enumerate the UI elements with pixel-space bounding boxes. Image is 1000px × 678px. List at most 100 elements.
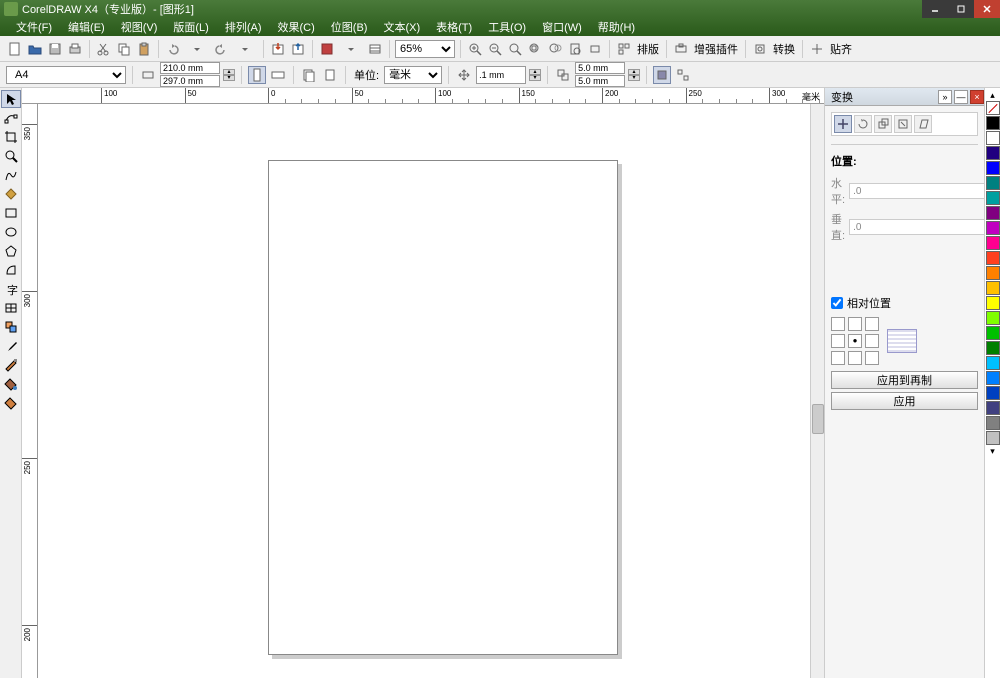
- color-swatch[interactable]: [986, 221, 1000, 235]
- swatch-none[interactable]: [986, 101, 1000, 115]
- menu-item[interactable]: 版面(L): [165, 19, 216, 35]
- menu-item[interactable]: 表格(T): [428, 19, 480, 35]
- color-swatch[interactable]: [986, 371, 1000, 385]
- anchor-tc[interactable]: [848, 317, 862, 331]
- palette-down[interactable]: ▾: [986, 446, 1000, 456]
- horizontal-ruler[interactable]: 毫米 05010015020025030035050100: [22, 88, 824, 104]
- copy-button[interactable]: [115, 40, 133, 58]
- vertical-scrollbar[interactable]: [810, 104, 824, 678]
- zoom-width-button[interactable]: [586, 40, 604, 58]
- ellipse-tool[interactable]: [1, 223, 21, 241]
- rotate-tab[interactable]: [854, 115, 872, 133]
- menu-item[interactable]: 效果(C): [270, 19, 323, 35]
- relative-checkbox[interactable]: 相对位置: [831, 295, 978, 311]
- zoom-in-button[interactable]: [466, 40, 484, 58]
- zoom-out-button[interactable]: [486, 40, 504, 58]
- snap-label[interactable]: 贴齐: [830, 41, 852, 57]
- horizontal-input[interactable]: [849, 183, 986, 199]
- polygon-tool[interactable]: [1, 242, 21, 260]
- basic-shapes-tool[interactable]: [1, 261, 21, 279]
- anchor-br[interactable]: [865, 351, 879, 365]
- app-launcher-button[interactable]: [318, 40, 336, 58]
- redo-dropdown[interactable]: [232, 40, 258, 58]
- docker-collapse-button[interactable]: »: [938, 90, 952, 104]
- color-swatch[interactable]: [986, 236, 1000, 250]
- undo-dropdown[interactable]: [184, 40, 210, 58]
- zoom-all-button[interactable]: [546, 40, 564, 58]
- position-tab[interactable]: [834, 115, 852, 133]
- treat-as-filled-button[interactable]: [653, 66, 671, 84]
- anchor-tl[interactable]: [831, 317, 845, 331]
- anchor-grid[interactable]: [831, 317, 879, 365]
- export-button[interactable]: [289, 40, 307, 58]
- anchor-tr[interactable]: [865, 317, 879, 331]
- outline-tool[interactable]: [1, 356, 21, 374]
- anchor-mr[interactable]: [865, 334, 879, 348]
- palette-up[interactable]: ▴: [986, 90, 1000, 100]
- color-swatch[interactable]: [986, 431, 1000, 445]
- menu-item[interactable]: 编辑(E): [60, 19, 113, 35]
- anchor-mc[interactable]: [848, 334, 862, 348]
- landscape-button[interactable]: [269, 66, 287, 84]
- table-tool[interactable]: [1, 299, 21, 317]
- menu-item[interactable]: 位图(B): [323, 19, 376, 35]
- page-dim-spinner[interactable]: ▴▾: [223, 69, 235, 81]
- relative-checkbox-input[interactable]: [831, 297, 843, 309]
- color-swatch[interactable]: [986, 326, 1000, 340]
- welcome-button[interactable]: [366, 40, 384, 58]
- arrange-label[interactable]: 排版: [637, 41, 659, 57]
- snap-icon[interactable]: [808, 40, 826, 58]
- color-swatch[interactable]: [986, 206, 1000, 220]
- maximize-button[interactable]: [948, 0, 974, 18]
- crop-tool[interactable]: [1, 128, 21, 146]
- color-swatch[interactable]: [986, 116, 1000, 130]
- docker-minimize-button[interactable]: —: [954, 90, 968, 104]
- page-width-input[interactable]: 210.0 mm: [160, 62, 220, 74]
- new-button[interactable]: [6, 40, 24, 58]
- scale-tab[interactable]: [874, 115, 892, 133]
- vertical-ruler[interactable]: 350300250200: [22, 104, 38, 678]
- rectangle-tool[interactable]: [1, 204, 21, 222]
- close-button[interactable]: [974, 0, 1000, 18]
- dup-x-input[interactable]: 5.0 mm: [575, 62, 625, 74]
- color-swatch[interactable]: [986, 251, 1000, 265]
- anchor-bc[interactable]: [848, 351, 862, 365]
- size-tab[interactable]: [894, 115, 912, 133]
- plugin-label[interactable]: 增强插件: [694, 41, 738, 57]
- vertical-input[interactable]: [849, 219, 986, 235]
- menu-item[interactable]: 工具(O): [480, 19, 534, 35]
- color-swatch[interactable]: [986, 386, 1000, 400]
- nudge-spinner[interactable]: ▴▾: [529, 69, 541, 81]
- redo-button[interactable]: [212, 40, 230, 58]
- undo-button[interactable]: [164, 40, 182, 58]
- scrollbar-thumb[interactable]: [812, 404, 824, 434]
- cut-button[interactable]: [95, 40, 113, 58]
- eyedropper-tool[interactable]: [1, 337, 21, 355]
- transform-label[interactable]: 转换: [773, 41, 795, 57]
- current-page-button[interactable]: [321, 66, 339, 84]
- app-launcher-dropdown[interactable]: [338, 40, 364, 58]
- paste-button[interactable]: [135, 40, 153, 58]
- pick-tool[interactable]: [1, 90, 21, 108]
- text-tool[interactable]: 字: [1, 280, 21, 298]
- shape-tool[interactable]: [1, 109, 21, 127]
- color-swatch[interactable]: [986, 401, 1000, 415]
- zoom-selection-button[interactable]: [526, 40, 544, 58]
- color-swatch[interactable]: [986, 146, 1000, 160]
- color-swatch[interactable]: [986, 266, 1000, 280]
- color-swatch[interactable]: [986, 161, 1000, 175]
- unit-select[interactable]: 毫米: [384, 66, 442, 84]
- color-swatch[interactable]: [986, 341, 1000, 355]
- menu-item[interactable]: 排列(A): [217, 19, 270, 35]
- transform-icon[interactable]: [751, 40, 769, 58]
- zoom-page-button[interactable]: [566, 40, 584, 58]
- anchor-ml[interactable]: [831, 334, 845, 348]
- arrange-icon[interactable]: [615, 40, 633, 58]
- color-swatch[interactable]: [986, 356, 1000, 370]
- minimize-button[interactable]: [922, 0, 948, 18]
- paper-size-select[interactable]: A4: [6, 66, 126, 84]
- color-swatch[interactable]: [986, 191, 1000, 205]
- all-pages-button[interactable]: [300, 66, 318, 84]
- interactive-tool[interactable]: [1, 318, 21, 336]
- open-button[interactable]: [26, 40, 44, 58]
